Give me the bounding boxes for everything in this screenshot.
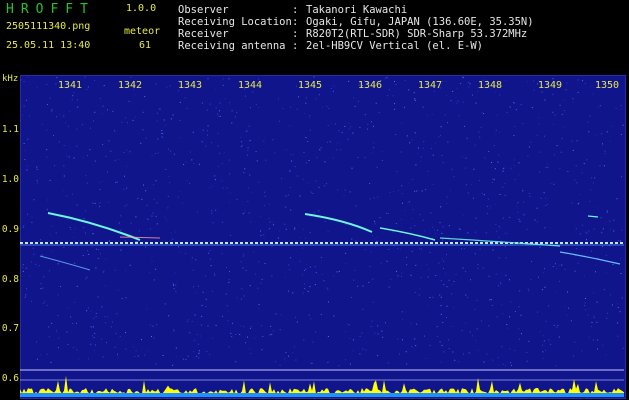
time-tick-label: 1350 (595, 80, 620, 91)
time-tick-label: 1343 (178, 80, 203, 91)
meteor-trail (39, 255, 91, 271)
time-tick-label: 1341 (58, 80, 83, 91)
meteor-trail (379, 227, 436, 241)
time-tick-label: 1348 (478, 80, 503, 91)
meteor-trail (304, 213, 373, 233)
freq-tick-label: 1.0 (1, 174, 19, 185)
meteor-trail (559, 251, 621, 265)
time-tick-label: 1346 (358, 80, 383, 91)
time-tick-label: 1349 (538, 80, 563, 91)
level-baseline (20, 393, 624, 397)
meteor-trail (47, 212, 141, 241)
meteor-trail (119, 236, 161, 239)
spectrogram-overlay (20, 76, 624, 397)
time-tick-label: 1344 (238, 80, 263, 91)
freq-tick-label: 0.6 (1, 373, 19, 384)
freq-tick-label: 1.1 (1, 124, 19, 135)
freq-tick-label: 0.9 (1, 224, 19, 235)
time-tick-label: 1342 (118, 80, 143, 91)
freq-tick-label: 0.7 (1, 323, 19, 334)
time-tick-label: 1345 (298, 80, 323, 91)
time-tick-label: 1347 (418, 80, 443, 91)
freq-tick-label: 0.8 (1, 274, 19, 285)
noise-speckle (21, 76, 624, 367)
